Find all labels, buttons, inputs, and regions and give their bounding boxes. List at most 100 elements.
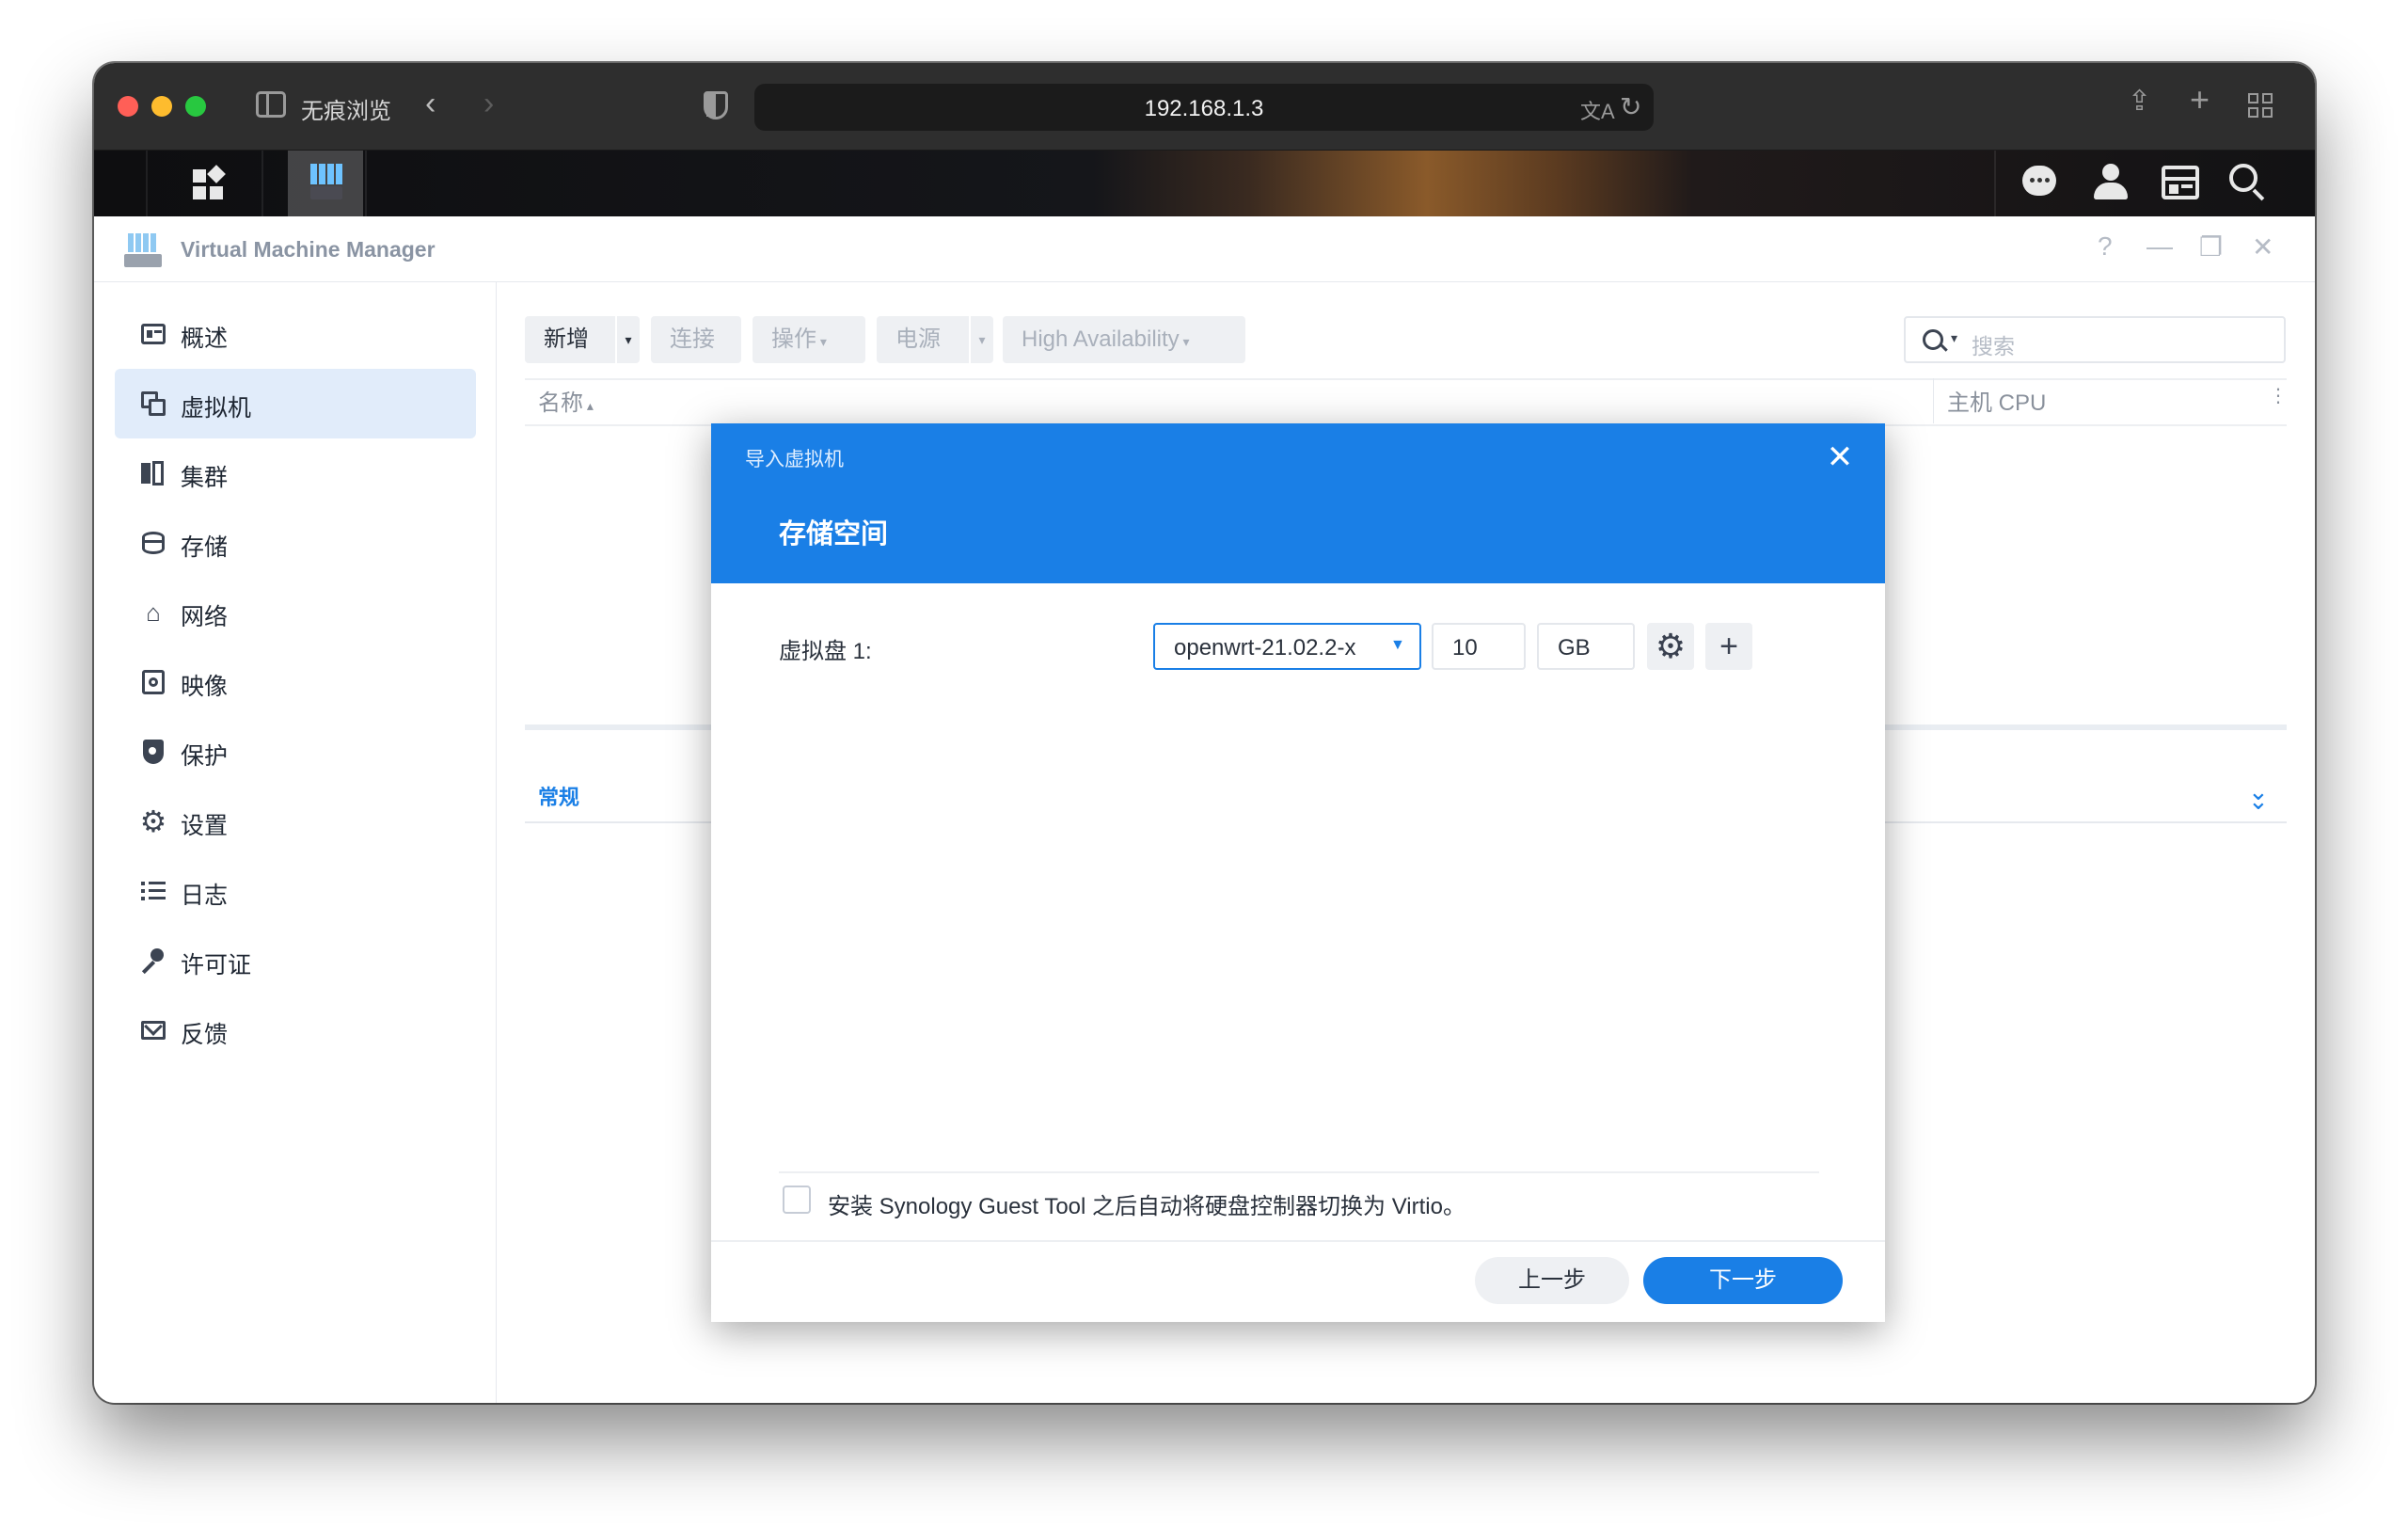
disk-size-value: 10: [1452, 635, 1478, 661]
virtual-disk-source-value: openwrt-21.02.2-x: [1174, 635, 1356, 661]
sidebar-item-log[interactable]: 日志: [115, 856, 476, 926]
disk-unit-value: GB: [1558, 635, 1591, 661]
close-icon[interactable]: ✕: [1821, 438, 1859, 476]
restore-button[interactable]: ❐: [2199, 231, 2223, 263]
footer-divider: [711, 1240, 1885, 1242]
sidebar-item-label: 映像: [181, 674, 229, 700]
translate-icon[interactable]: 文A: [1580, 95, 1615, 125]
widgets-icon[interactable]: [2162, 166, 2199, 199]
add-disk-plus-icon[interactable]: +: [1705, 623, 1752, 670]
column-options-icon[interactable]: ⋮: [2269, 384, 2288, 407]
vmm-logo-icon: [124, 233, 162, 269]
new-button[interactable]: 新增: [525, 316, 615, 363]
disk-size-input[interactable]: 10: [1432, 623, 1526, 670]
sidebar-toggle-icon[interactable]: [256, 91, 286, 118]
sidebar-item-label: 许可证: [181, 952, 252, 979]
shield-icon: [139, 738, 167, 766]
next-button[interactable]: 下一步: [1643, 1257, 1843, 1304]
sidebar-item-label: 虚拟机: [181, 395, 252, 422]
sidebar-item-label: 集群: [181, 465, 229, 491]
new-dropdown-icon[interactable]: ▾: [617, 316, 640, 363]
action-label: 操作: [771, 326, 816, 352]
vmm-app-icon: [310, 164, 342, 201]
previous-button[interactable]: 上一步: [1475, 1257, 1629, 1304]
sidebar-item-label: 日志: [181, 883, 229, 909]
storage-icon: [139, 529, 167, 557]
chevron-down-icon: ▼: [1390, 637, 1405, 653]
close-app-button[interactable]: ✕: [2252, 231, 2273, 263]
minimize-window-button[interactable]: [151, 96, 172, 117]
dialog-title: 存储空间: [779, 519, 889, 549]
sidebar-item-virtual-machine[interactable]: 虚拟机: [115, 369, 476, 438]
dsm-taskbar: [94, 151, 2315, 216]
sidebar-item-overview[interactable]: 概述: [115, 299, 476, 369]
overview-icon: [139, 320, 167, 348]
image-icon: [139, 668, 167, 696]
virtual-machine-icon: [139, 390, 167, 418]
sidebar-item-network[interactable]: ⌂ 网络: [115, 578, 476, 647]
disk-unit-select[interactable]: GB: [1537, 623, 1635, 670]
ha-label: High Availability: [1022, 326, 1180, 352]
high-availability-button[interactable]: High Availability ▾: [1003, 316, 1245, 363]
sidebar-item-label: 网络: [181, 604, 229, 630]
search-filter-dropdown-icon[interactable]: ▾: [1951, 330, 1957, 346]
user-icon[interactable]: [2094, 164, 2128, 201]
app-title: Virtual Machine Manager: [181, 237, 436, 262]
privacy-shield-icon[interactable]: [704, 91, 728, 119]
mail-icon: [139, 1016, 167, 1044]
sidebar-item-label: 存储: [181, 534, 229, 561]
import-vm-dialog: 导入虚拟机 存储空间 ✕ 虚拟盘 1: openwrt-21.02.2-x ▼ …: [711, 423, 1885, 1322]
back-icon[interactable]: ‹: [425, 88, 436, 119]
private-browsing-label: 无痕浏览: [301, 99, 391, 124]
search-input[interactable]: ▾ 搜索: [1904, 316, 2286, 363]
power-button[interactable]: 电源: [877, 316, 969, 363]
url-bar[interactable]: 192.168.1.3 文A ↻: [754, 84, 1654, 131]
virtual-disk-source-select[interactable]: openwrt-21.02.2-x ▼: [1153, 623, 1421, 670]
network-icon: ⌂: [146, 598, 161, 627]
vmm-taskbar-button[interactable]: [288, 151, 363, 216]
connect-button[interactable]: 连接: [651, 316, 741, 363]
power-dropdown-icon[interactable]: ▾: [971, 316, 993, 363]
search-placeholder: 搜索: [1972, 334, 2015, 358]
gear-icon: ⚙: [139, 804, 167, 838]
divider: [779, 1171, 1819, 1173]
action-menu-button[interactable]: 操作 ▾: [752, 316, 865, 363]
key-icon: [139, 947, 167, 975]
new-tab-icon[interactable]: +: [2190, 83, 2210, 117]
sidebar-item-cluster[interactable]: 集群: [115, 438, 476, 508]
chat-icon[interactable]: [2022, 166, 2056, 196]
virtio-checkbox[interactable]: [783, 1186, 811, 1214]
zoom-window-button[interactable]: [185, 96, 206, 117]
sidebar-item-label: 概述: [181, 326, 229, 352]
sidebar: 概述 虚拟机 集群 存储 ⌂ 网络 映像 保护 ⚙ 设置 日志 许可证 反馈: [94, 282, 497, 1403]
sidebar-item-label: 反馈: [181, 1022, 229, 1048]
column-name[interactable]: 名称 ▴: [538, 384, 594, 417]
virtio-checkbox-label: 安装 Synology Guest Tool 之后自动将硬盘控制器切换为 Vir…: [828, 1194, 1465, 1219]
sidebar-item-storage[interactable]: 存储: [115, 508, 476, 578]
disk-settings-gear-icon[interactable]: ⚙: [1647, 623, 1694, 670]
sidebar-item-label: 设置: [181, 813, 229, 839]
sidebar-item-settings[interactable]: ⚙ 设置: [115, 787, 476, 856]
sidebar-item-protection[interactable]: 保护: [115, 717, 476, 787]
cluster-icon: [139, 459, 167, 487]
main-menu-button[interactable]: [148, 151, 261, 216]
sidebar-item-license[interactable]: 许可证: [115, 926, 476, 995]
column-host-cpu[interactable]: 主机 CPU: [1947, 384, 2046, 417]
dialog-subtitle: 导入虚拟机: [745, 449, 844, 470]
sidebar-item-label: 保护: [181, 743, 229, 770]
tab-general[interactable]: 常规: [538, 781, 579, 811]
search-icon[interactable]: [2229, 164, 2267, 201]
forward-icon[interactable]: ›: [483, 88, 494, 119]
browser-toolbar: 无痕浏览 ‹ › 192.168.1.3 文A ↻ ⇪ +: [94, 63, 2315, 151]
help-button[interactable]: ?: [2098, 231, 2113, 262]
sidebar-item-feedback[interactable]: 反馈: [115, 995, 476, 1065]
reload-icon[interactable]: ↻: [1620, 91, 1641, 122]
share-icon[interactable]: ⇪: [2128, 88, 2151, 116]
browser-window: 无痕浏览 ‹ › 192.168.1.3 文A ↻ ⇪ + Virtual Ma…: [94, 63, 2315, 1403]
minimize-button[interactable]: —: [2147, 231, 2173, 262]
log-icon: [139, 877, 167, 905]
sidebar-item-image[interactable]: 映像: [115, 647, 476, 717]
close-window-button[interactable]: [118, 96, 138, 117]
virtual-disk-label: 虚拟盘 1:: [779, 639, 872, 664]
tab-overview-icon[interactable]: [2248, 93, 2273, 118]
